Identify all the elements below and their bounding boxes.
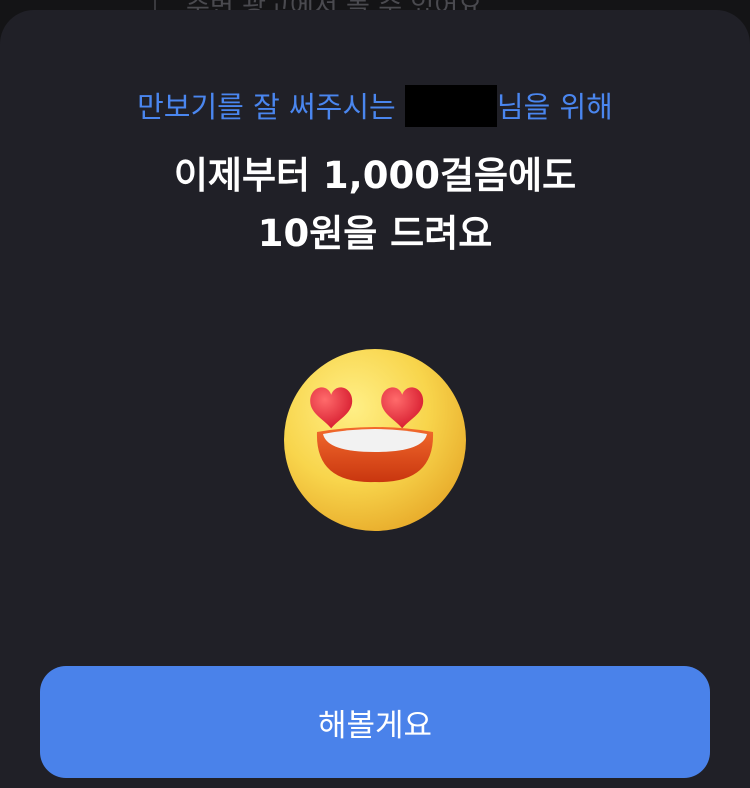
heart-eyes-emoji-svg [284, 349, 466, 531]
redacted-username [404, 85, 497, 127]
dialog-headline: 이제부터 1,000걸음에도 10원을 드려요 [0, 147, 750, 263]
subtitle-prefix: 만보기를 잘 써주시는 [137, 90, 405, 124]
confirm-button-label: 해볼게요 [317, 707, 433, 744]
headline-line-1: 이제부터 1,000걸음에도 [173, 154, 577, 197]
confirm-button[interactable]: 해볼게요 [40, 666, 710, 778]
dialog-subtitle: 만보기를 잘 써주시는 님을 위해 [0, 84, 750, 127]
subtitle-suffix: 님을 위해 [496, 90, 613, 124]
headline-line-2: 10원을 드려요 [257, 212, 493, 255]
heart-eyes-emoji-icon [283, 348, 467, 536]
